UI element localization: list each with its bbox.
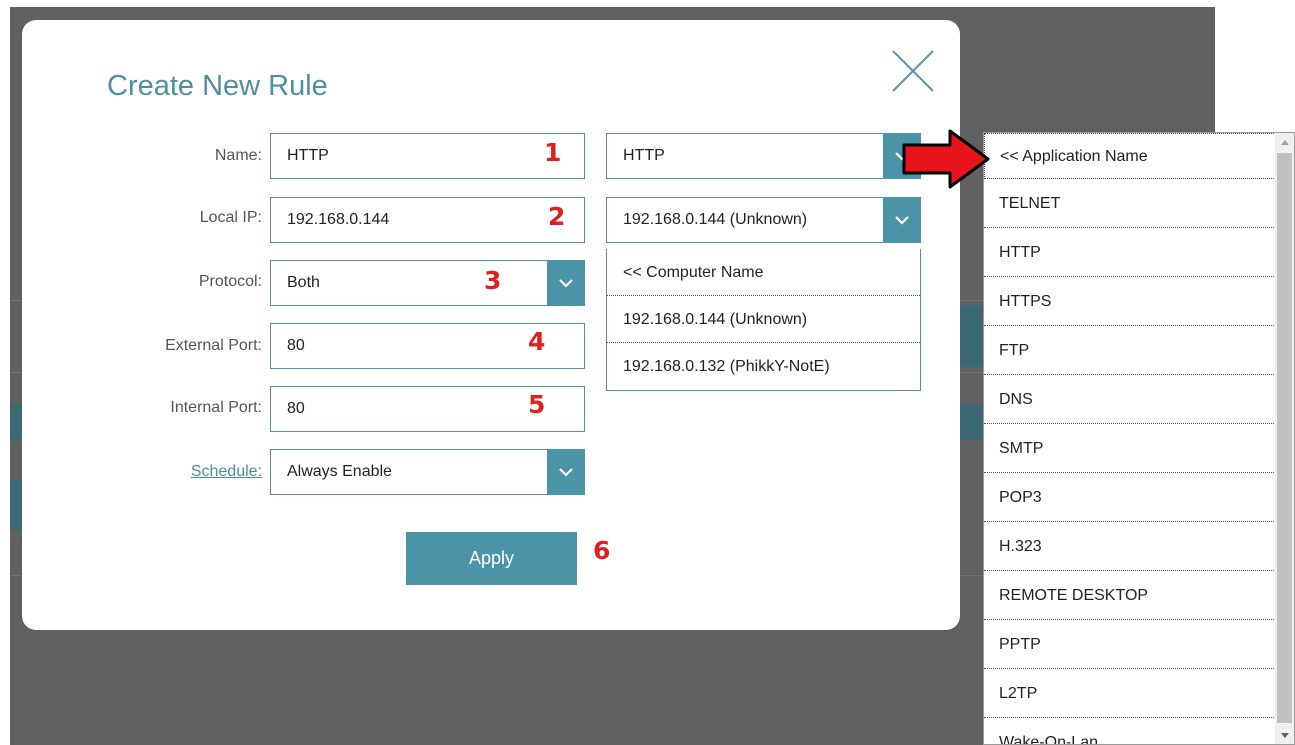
red-arrow-icon <box>902 129 990 189</box>
name-field[interactable]: HTTP <box>270 133 585 179</box>
dropdown-option[interactable]: TELNET <box>984 180 1276 228</box>
protocol-select[interactable]: Both <box>270 260 585 306</box>
schedule-value: Always Enable <box>287 463 392 480</box>
chevron-down-icon[interactable] <box>547 260 585 306</box>
external-port-value: 80 <box>287 337 305 354</box>
dropdown-option[interactable]: << Application Name <box>984 133 1276 179</box>
chevron-down-icon[interactable] <box>547 449 585 495</box>
close-icon[interactable] <box>890 48 936 94</box>
apply-button[interactable]: Apply <box>406 532 577 585</box>
dropdown-option[interactable]: Wake-On-Lan <box>984 719 1276 744</box>
dropdown-option[interactable]: POP3 <box>984 474 1276 522</box>
computer-name-value: 192.168.0.144 (Unknown) <box>623 211 808 228</box>
annotation-number: 2 <box>548 202 566 231</box>
dropdown-option[interactable]: DNS <box>984 376 1276 424</box>
application-name-dropdown: << Application Name TELNET HTTP HTTPS FT… <box>983 132 1295 745</box>
scroll-thumb[interactable] <box>1277 153 1292 723</box>
create-rule-dialog: Create New Rule Name: HTTP 1 Local IP: 1… <box>22 20 960 630</box>
name-value: HTTP <box>287 147 329 164</box>
annotation-number: 3 <box>484 266 502 295</box>
name-label: Name: <box>214 147 262 164</box>
local-ip-field[interactable]: 192.168.0.144 <box>270 197 585 243</box>
schedule-link[interactable]: Schedule: <box>22 463 262 481</box>
dropdown-option[interactable]: L2TP <box>984 670 1276 718</box>
internal-port-value: 80 <box>287 400 305 417</box>
dropdown-scrollbar[interactable] <box>1275 133 1294 744</box>
dropdown-option[interactable]: HTTPS <box>984 278 1276 326</box>
chevron-down-icon[interactable] <box>883 197 921 243</box>
annotation-number: 5 <box>528 390 546 419</box>
dropdown-option[interactable]: << Computer Name <box>607 249 920 296</box>
local-ip-value: 192.168.0.144 <box>287 211 390 228</box>
computer-name-select[interactable]: 192.168.0.144 (Unknown) <box>606 197 921 243</box>
annotation-number: 6 <box>593 536 611 565</box>
local-ip-label: Local IP: <box>199 209 262 226</box>
dropdown-option[interactable]: HTTP <box>984 229 1276 277</box>
protocol-value: Both <box>287 274 320 291</box>
dropdown-option[interactable]: FTP <box>984 327 1276 375</box>
dropdown-option[interactable]: PPTP <box>984 621 1276 669</box>
dropdown-option[interactable]: H.323 <box>984 523 1276 571</box>
dropdown-option[interactable]: 192.168.0.132 (PhikkY-NotE) <box>607 343 920 390</box>
dialog-title: Create New Rule <box>107 70 328 102</box>
protocol-label: Protocol: <box>198 273 262 290</box>
scroll-up-icon[interactable] <box>1275 133 1294 151</box>
schedule-select[interactable]: Always Enable <box>270 449 585 495</box>
internal-port-label: Internal Port: <box>170 399 262 416</box>
annotation-number: 4 <box>528 327 546 356</box>
computer-name-dropdown: << Computer Name 192.168.0.144 (Unknown)… <box>606 249 921 391</box>
dropdown-option[interactable]: SMTP <box>984 425 1276 473</box>
scroll-down-icon[interactable] <box>1275 726 1294 744</box>
dropdown-option[interactable]: REMOTE DESKTOP <box>984 572 1276 620</box>
application-name-select[interactable]: HTTP <box>606 133 921 179</box>
application-name-value: HTTP <box>623 147 665 164</box>
external-port-label: External Port: <box>165 337 262 354</box>
annotation-number: 1 <box>544 138 562 167</box>
dropdown-option[interactable]: 192.168.0.144 (Unknown) <box>607 296 920 343</box>
